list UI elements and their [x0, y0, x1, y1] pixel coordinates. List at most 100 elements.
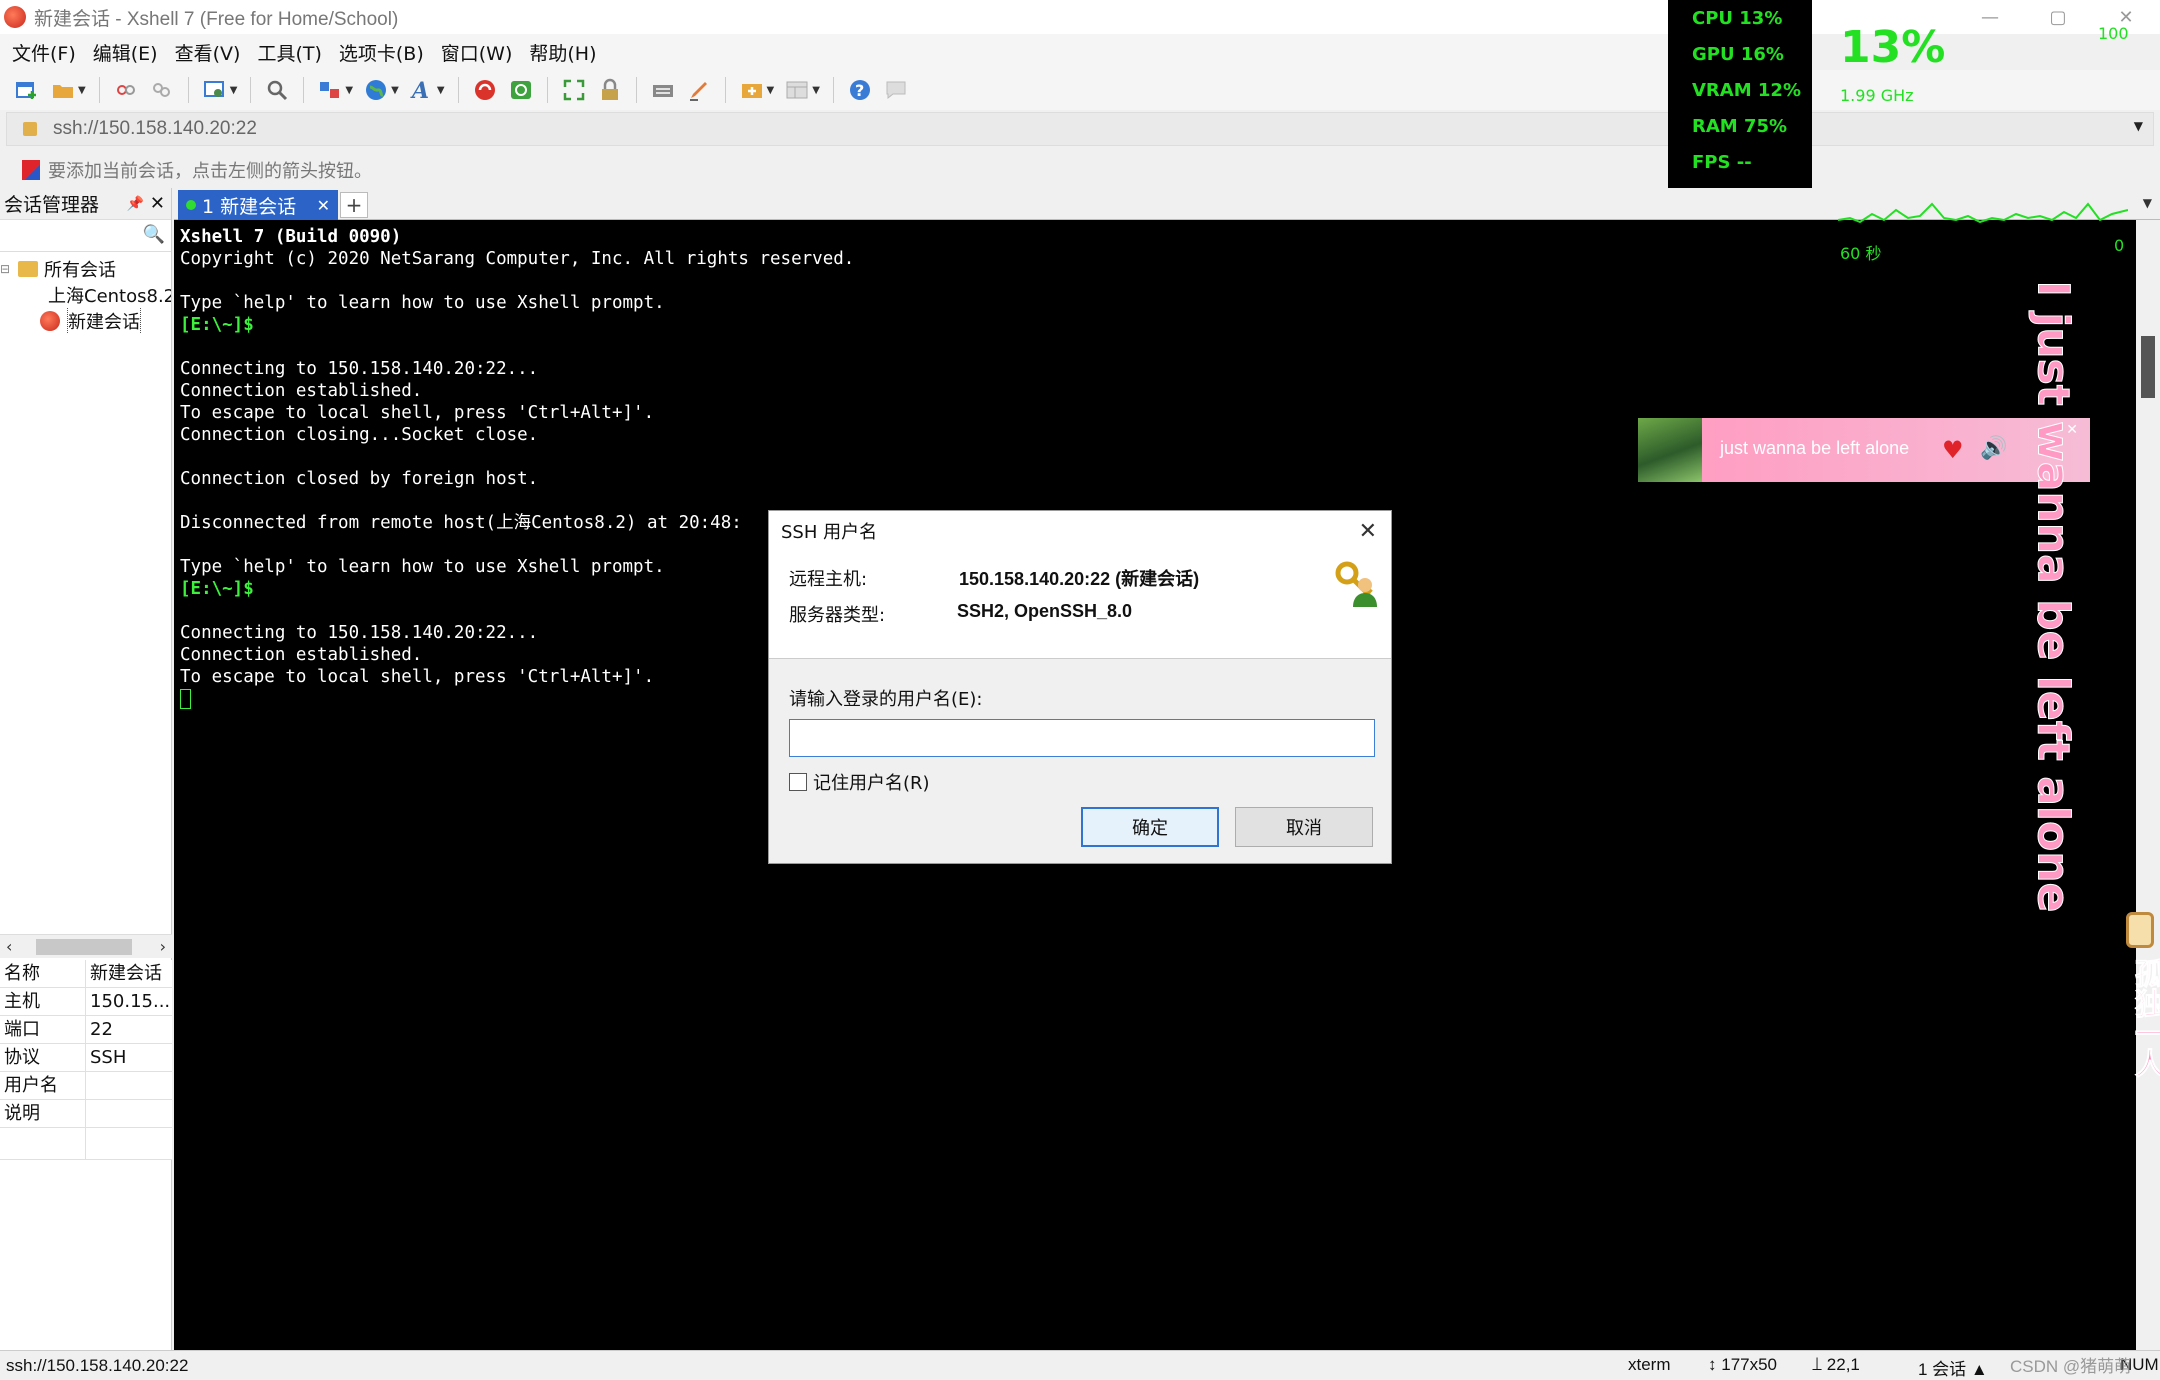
scroll-right-icon[interactable]: › [160, 937, 166, 956]
song-title: just wanna be left alone [1720, 438, 1910, 458]
tree-item-shanghai-centos[interactable]: 上海Centos8.2 [0, 282, 171, 308]
help-icon[interactable]: ? [847, 77, 873, 103]
lock-icon[interactable] [597, 77, 623, 103]
menu-help[interactable]: 帮助(H) [529, 39, 596, 66]
chat-icon[interactable] [883, 77, 909, 103]
status-terminal-size: ↕ 177x50 [1708, 1355, 1777, 1375]
scroll-left-icon[interactable]: ‹ [6, 937, 12, 956]
add-tab-button[interactable]: + [340, 192, 368, 218]
cancel-button[interactable]: 取消 [1235, 807, 1373, 847]
hint-text: 要添加当前会话，点击左侧的箭头按钮。 [48, 161, 372, 182]
menu-window[interactable]: 窗口(W) [441, 39, 513, 66]
fullscreen-icon[interactable] [561, 77, 587, 103]
open-folder-icon[interactable] [50, 77, 76, 103]
scrollbar-thumb[interactable] [2141, 336, 2155, 398]
dialog-info: 远程主机: 150.158.140.20:22 (新建会话) 服务器类型: SS… [769, 551, 1391, 659]
font-icon[interactable]: A [409, 77, 435, 103]
ok-button[interactable]: 确定 [1081, 807, 1219, 847]
scrollbar-thumb[interactable] [36, 939, 132, 955]
tab-list-dropdown-icon[interactable]: ▼ [2143, 196, 2152, 210]
transfer-dropdown-icon[interactable]: ▼ [345, 85, 353, 96]
keyboard-icon[interactable] [650, 77, 676, 103]
property-row: 名称 新建会话 [0, 960, 172, 988]
address-text[interactable]: ssh://150.158.140.20:22 [53, 118, 257, 140]
properties-dropdown-icon[interactable]: ▼ [230, 85, 238, 96]
disconnect-icon[interactable] [113, 77, 139, 103]
globe-dropdown-icon[interactable]: ▼ [391, 85, 399, 96]
minimize-button[interactable]: — [1956, 0, 2024, 34]
pin-icon[interactable]: 📌 [126, 196, 143, 212]
watermark: CSDN @猪萌萌 [2010, 1357, 2132, 1376]
collapse-icon[interactable]: ⊟ [0, 262, 18, 276]
layout-dropdown-icon[interactable]: ▼ [812, 85, 820, 96]
menu-file[interactable]: 文件(F) [12, 39, 76, 66]
xshell-icon[interactable] [472, 77, 498, 103]
lyric-lock-icon[interactable] [2126, 912, 2154, 948]
desktop-lyrics: I just wanna be left alone [2018, 270, 2079, 913]
heart-icon[interactable]: ♥ [1942, 436, 1964, 464]
terminal-vertical-scrollbar[interactable] [2136, 220, 2160, 1350]
find-icon[interactable] [264, 77, 290, 103]
tab-close-icon[interactable]: ✕ [317, 196, 330, 215]
gpu-usage: GPU 16% [1692, 44, 1784, 65]
property-value: 22 [86, 1016, 172, 1043]
session-search-input[interactable]: 🔍 [0, 220, 171, 252]
status-address: ssh://150.158.140.20:22 [6, 1355, 189, 1375]
reconnect-icon[interactable] [149, 77, 175, 103]
graph-max-label: 100 [2098, 24, 2129, 43]
tree-item-new-session[interactable]: 新建会话 [0, 308, 171, 334]
xftp-icon[interactable] [508, 77, 534, 103]
status-cursor-position: ⟘ 22,1 [1812, 1355, 1860, 1375]
cpu-frequency: 1.99 GHz [1840, 86, 1914, 105]
properties-icon[interactable] [202, 77, 228, 103]
session-manager-title: 会话管理器 [4, 194, 100, 216]
property-row: 说明 [0, 1100, 172, 1128]
remember-username-checkbox[interactable]: 记住用户名(R) [789, 769, 930, 795]
menu-tabs[interactable]: 选项卡(B) [339, 39, 424, 66]
layout-icon[interactable] [784, 77, 810, 103]
cpu-usage: CPU 13% [1692, 8, 1783, 29]
open-dropdown-icon[interactable]: ▼ [78, 85, 86, 96]
search-icon[interactable]: 🔍 [143, 224, 165, 245]
compose-dropdown-icon[interactable]: ▼ [767, 85, 775, 96]
terminal-line: Connecting to 150.158.140.20:22... [180, 359, 539, 379]
xshell-app-icon [4, 6, 26, 28]
address-bar[interactable]: ssh://150.158.140.20:22 ▼ [6, 112, 2154, 146]
xshell-window: 新建会话 - Xshell 7 (Free for Home/School) —… [0, 0, 2160, 1380]
username-prompt-label: 请输入登录的用户名(E): [789, 689, 983, 710]
new-session-icon[interactable] [14, 77, 40, 103]
address-dropdown-icon[interactable]: ▼ [2134, 119, 2143, 133]
username-input[interactable] [789, 719, 1375, 757]
tab-new-session[interactable]: 1 新建会话 ✕ [178, 190, 338, 220]
hint-bar: 要添加当前会话，点击左侧的箭头按钮。 [0, 152, 2160, 188]
session-manager-close-icon[interactable]: ✕ [150, 193, 165, 214]
checkbox-box[interactable] [789, 773, 807, 791]
font-dropdown-icon[interactable]: ▼ [437, 85, 445, 96]
session-horizontal-scrollbar[interactable]: ‹ › [0, 934, 172, 958]
terminal-size-value: 177x50 [1721, 1355, 1778, 1374]
vram-usage: VRAM 12% [1692, 80, 1801, 101]
dialog-close-icon[interactable]: ✕ [1359, 519, 1377, 544]
property-value [86, 1072, 172, 1099]
menu-tools[interactable]: 工具(T) [257, 39, 321, 66]
maximize-button[interactable]: ▢ [2024, 0, 2092, 34]
tree-item-all-sessions[interactable]: ⊟ 所有会话 [0, 256, 171, 282]
album-art[interactable] [1638, 418, 1702, 482]
compose-icon[interactable] [739, 77, 765, 103]
transfer-icon[interactable] [317, 77, 343, 103]
status-session-count[interactable]: 1 会话 ▲ [1918, 1355, 1988, 1380]
property-key: 用户名 [0, 1072, 86, 1099]
remember-username-label: 记住用户名(R) [813, 773, 930, 794]
session-count-value: 1 会话 [1918, 1360, 1967, 1379]
property-key: 名称 [0, 960, 86, 987]
tree-item-label: 上海Centos8.2 [48, 286, 171, 307]
highlight-icon[interactable] [686, 77, 712, 103]
speaker-icon[interactable]: 🔊 [1980, 436, 2007, 461]
add-session-flag-icon[interactable] [22, 160, 40, 180]
property-key: 协议 [0, 1044, 86, 1071]
address-lock-icon [23, 122, 37, 136]
toolbar: ▼ ▼ ▼ ▼ A ▼ ▼ ▼ ? [0, 70, 2160, 110]
globe-icon[interactable] [363, 77, 389, 103]
menu-view[interactable]: 查看(V) [175, 39, 241, 66]
menu-edit[interactable]: 编辑(E) [93, 39, 158, 66]
